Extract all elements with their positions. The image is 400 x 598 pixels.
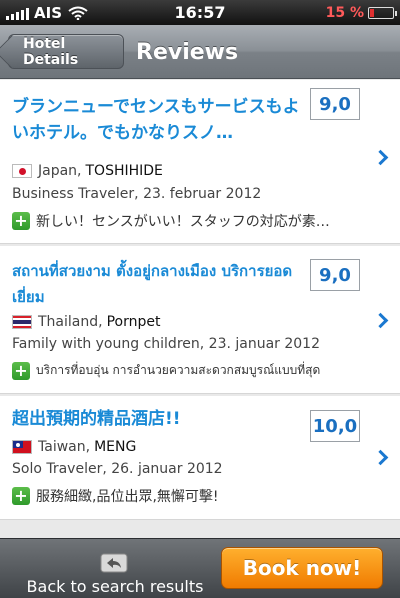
reviewer-country: Japan,: [38, 163, 82, 179]
reviewer-info: Taiwan, MENG: [12, 439, 136, 455]
plus-icon: +: [12, 487, 30, 505]
traveler-type-date: Family with young children, 23. januar 2…: [12, 336, 320, 352]
reviewer-country: Thailand,: [38, 314, 103, 330]
chevron-right-icon: [372, 149, 389, 166]
review-score: 9,0: [310, 88, 360, 120]
reviewer-name: TOSHIHIDE: [85, 163, 163, 179]
reviewer-name: Pornpet: [106, 314, 161, 330]
chevron-right-icon: [372, 312, 389, 329]
japan-flag-icon: [12, 164, 32, 178]
status-bar: AIS 16:57 15 %: [0, 0, 400, 25]
back-button-label: Hotel Details: [23, 35, 79, 68]
review-title: ブランニューでセンスもサービスもよいホテル。でもかなりスノ…: [12, 97, 300, 143]
positive-text: 新しい！センスがいい！スタッフの対応が素…: [36, 214, 330, 230]
thailand-flag-icon: [12, 315, 32, 329]
page-title: Reviews: [136, 39, 239, 65]
return-arrow-icon: [100, 553, 128, 573]
chevron-right-icon: [372, 449, 389, 466]
review-positive: + บริการที่อบอุ่น การอำนวยความสะดวกสมบูร…: [12, 361, 382, 380]
review-title: สถานที่สวยงาม ตั้งอยู่กลางเมือง บริการยอ…: [12, 262, 293, 306]
review-title: 超出預期的精品酒店!!: [12, 409, 181, 429]
back-to-search-label: Back to search results: [26, 577, 204, 596]
wifi-icon: [68, 6, 88, 20]
back-to-search-button[interactable]: Back to search results: [0, 539, 230, 598]
positive-text: 服務細緻,品位出眾,無懈可擊!: [36, 489, 219, 505]
review-positive: + 新しい！センスがいい！スタッフの対応が素…: [12, 211, 382, 231]
review-card[interactable]: ブランニューでセンスもサービスもよいホテル。でもかなりスノ… 9,0 Japan…: [0, 80, 400, 244]
traveler-type-date: Solo Traveler, 26. januar 2012: [12, 461, 223, 477]
review-card[interactable]: 超出預期的精品酒店!! 10,0 Taiwan, MENG Solo Trave…: [0, 396, 400, 520]
battery-icon: [368, 6, 397, 19]
taiwan-flag-icon: [12, 440, 32, 454]
carrier-name: AIS: [34, 3, 62, 22]
review-positive: + 服務細緻,品位出眾,無懈可擊!: [12, 486, 382, 506]
plus-icon: +: [12, 361, 30, 380]
traveler-type-date: Business Traveler, 23. februar 2012: [12, 186, 262, 202]
navigation-bar: Hotel Details Reviews: [0, 25, 400, 79]
signal-icon: [6, 6, 29, 20]
battery-percent: 15 %: [325, 4, 364, 21]
reviewer-info: Thailand, Pornpet: [12, 314, 160, 330]
hotel-details-back-button[interactable]: Hotel Details: [8, 34, 124, 69]
review-score: 9,0: [310, 259, 360, 291]
reviewer-country: Taiwan,: [38, 439, 91, 455]
reviewer-info: Japan, TOSHIHIDE: [12, 163, 163, 179]
book-now-button[interactable]: Book now!: [221, 547, 383, 589]
plus-icon: +: [12, 212, 30, 230]
positive-text: บริการที่อบอุ่น การอำนวยความสะดวกสมบูรณ์…: [36, 363, 321, 377]
bottom-toolbar: Back to search results Book now!: [0, 538, 400, 598]
review-score: 10,0: [310, 410, 360, 442]
review-card[interactable]: สถานที่สวยงาม ตั้งอยู่กลางเมือง บริการยอ…: [0, 246, 400, 394]
reviewer-name: MENG: [94, 439, 137, 455]
